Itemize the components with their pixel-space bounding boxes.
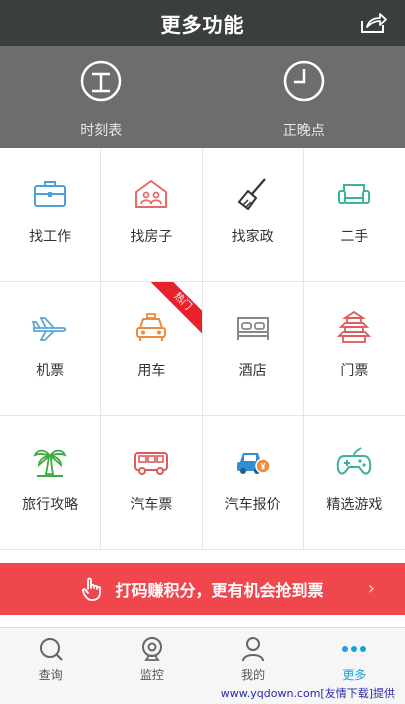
tab-label: 查询 xyxy=(38,668,63,682)
share-icon[interactable] xyxy=(359,11,387,35)
grid-label: 旅行攻略 xyxy=(22,497,79,513)
grid-item-travel-guide[interactable]: 旅行攻略 xyxy=(0,416,102,550)
airplane-icon xyxy=(31,317,67,341)
grid-item-flight[interactable]: 机票 xyxy=(0,282,102,416)
quick-label: 时刻表 xyxy=(80,123,123,139)
quick-actions: 时刻表 正晚点 xyxy=(0,46,405,148)
grid-label: 门票 xyxy=(340,363,369,379)
tab-mine[interactable]: 我的 xyxy=(203,628,304,683)
grid-item-secondhand[interactable]: 二手 xyxy=(303,148,405,282)
grid-label: 找房子 xyxy=(130,229,173,245)
user-icon xyxy=(242,637,265,662)
grid-label: 精选游戏 xyxy=(326,497,383,513)
grid-item-hotel[interactable]: 酒店 xyxy=(202,282,304,416)
grid-item-house[interactable]: 找房子 xyxy=(101,148,203,282)
bed-icon xyxy=(236,317,269,340)
tab-label: 监控 xyxy=(139,668,164,682)
sofa-icon xyxy=(338,184,371,204)
gamepad-icon xyxy=(337,447,372,475)
more-icon xyxy=(342,646,367,652)
search-icon xyxy=(39,638,63,661)
grid-label: 机票 xyxy=(36,363,65,379)
grid-label: 汽车票 xyxy=(130,497,173,513)
promo-text: 打码赚积分，更有机会抢到票 xyxy=(115,581,324,600)
broom-icon xyxy=(237,178,266,211)
tab-more[interactable]: 更多 xyxy=(304,628,405,683)
grid-item-ticket[interactable]: 门票 xyxy=(303,282,405,416)
page-title: 更多功能 xyxy=(160,12,245,37)
timetable-icon xyxy=(81,60,122,102)
tab-label: 我的 xyxy=(241,668,266,682)
svg-text:¥: ¥ xyxy=(260,462,265,472)
bottom-tab-bar: 查询 监控 我的 更多 xyxy=(0,627,405,683)
pointing-hand-icon xyxy=(82,577,102,601)
tab-monitor[interactable]: 监控 xyxy=(101,628,202,683)
grid-item-games[interactable]: 精选游戏 xyxy=(303,416,405,550)
car-price-icon: ¥ xyxy=(236,453,271,474)
grid-label: 二手 xyxy=(340,229,369,245)
pagoda-icon xyxy=(337,310,372,343)
grid-label: 用车 xyxy=(137,363,166,379)
quick-item-timetable[interactable]: 时刻表 xyxy=(0,46,203,148)
briefcase-icon xyxy=(34,181,67,207)
grid-label: 找家政 xyxy=(231,229,274,245)
webcam-icon xyxy=(141,637,162,661)
app-header: 更多功能 xyxy=(0,0,405,46)
grid-item-job[interactable]: 找工作 xyxy=(0,148,102,282)
grid-item-housekeeping[interactable]: 找家政 xyxy=(202,148,304,282)
palm-tree-icon xyxy=(33,449,67,477)
grid-item-car-price[interactable]: ¥ 汽车报价 xyxy=(202,416,304,550)
house-icon xyxy=(135,180,168,208)
watermark-text: www.yqdown.com[友情下载]提供 xyxy=(0,683,405,704)
grid-label: 汽车报价 xyxy=(224,497,281,513)
grid-label: 酒店 xyxy=(238,363,267,379)
grid-label: 找工作 xyxy=(29,229,72,245)
chevron-right-icon: › xyxy=(367,578,375,599)
feature-grid: 找工作 找房子 找家政 二手 机票 热门 用车 酒店 门票 旅行攻略 汽车票 ¥… xyxy=(0,148,405,550)
taxi-icon xyxy=(136,313,167,341)
tab-query[interactable]: 查询 xyxy=(0,628,101,683)
bus-icon xyxy=(134,452,169,475)
quick-label: 正晚点 xyxy=(282,123,325,139)
grid-item-car[interactable]: 热门 用车 xyxy=(101,282,203,416)
grid-item-bus-ticket[interactable]: 汽车票 xyxy=(101,416,203,550)
quick-item-delay[interactable]: 正晚点 xyxy=(203,46,405,148)
promo-banner[interactable]: 打码赚积分，更有机会抢到票 › xyxy=(0,563,405,615)
tab-label: 更多 xyxy=(342,668,367,682)
clock-icon xyxy=(283,60,324,102)
